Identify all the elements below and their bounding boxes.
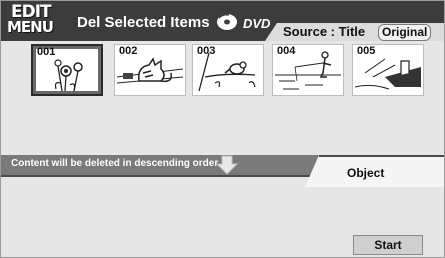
logo-menu-text: MENU <box>7 18 54 36</box>
original-button[interactable]: Original <box>378 24 432 41</box>
thumbnail-number: 005 <box>357 45 376 57</box>
thumbnail-item[interactable]: 002 <box>114 44 186 96</box>
thumbnail-number: 001 <box>37 46 56 58</box>
page-title: Del Selected Items <box>77 14 210 31</box>
thumbnail-list: 001 002 003 004 005 <box>31 44 441 96</box>
delete-order-message: Content will be deleted in descending or… <box>11 158 219 169</box>
thumbnail-item[interactable]: 003 <box>192 44 264 96</box>
thumbnail-number: 004 <box>277 45 296 57</box>
source-label: Source : Title <box>283 24 366 39</box>
thumbnail-item[interactable]: 004 <box>272 44 344 96</box>
object-label: Object <box>347 166 385 180</box>
thumbnail-item[interactable]: 005 <box>352 44 424 96</box>
arrow-down-icon <box>216 155 238 175</box>
info-bar: Content will be deleted in descending or… <box>1 155 321 175</box>
disc-icon <box>217 14 237 30</box>
edit-menu-screen: EDIT MENU Del Selected Items DVD Source … <box>0 0 445 258</box>
source-bar: Source : Title Original <box>265 23 444 41</box>
divider <box>1 175 323 177</box>
thumbnail-item[interactable]: 001 <box>31 44 103 96</box>
start-button[interactable]: Start <box>353 235 423 255</box>
thumbnail-number: 003 <box>197 45 216 57</box>
edit-menu-logo: EDIT MENU <box>7 2 67 39</box>
header-bar: EDIT MENU Del Selected Items DVD Source … <box>1 1 444 41</box>
thumbnail-number: 002 <box>119 45 138 57</box>
object-panel: Object <box>305 155 444 187</box>
